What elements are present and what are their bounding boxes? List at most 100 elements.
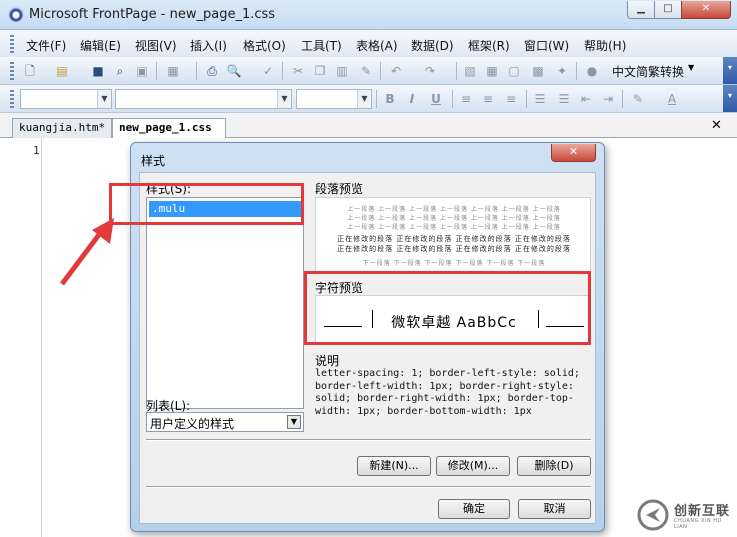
print-preview-icon[interactable]: 🔍 xyxy=(226,63,242,79)
annotation-arrow-icon xyxy=(60,218,114,286)
brand-logo-icon xyxy=(637,499,669,531)
maximize-button[interactable]: □ xyxy=(654,1,682,19)
chinese-conversion-button[interactable]: 中文简繁转换 xyxy=(612,63,684,80)
chevron-down-icon[interactable]: ▼ xyxy=(287,415,301,429)
menu-frames[interactable]: 框架(R) xyxy=(468,37,510,54)
menu-tools[interactable]: 工具(T) xyxy=(301,37,342,54)
description-label: 说明 xyxy=(315,354,340,368)
font-color-icon[interactable]: A xyxy=(664,91,680,107)
menu-help[interactable]: 帮助(H) xyxy=(584,37,626,54)
numbered-list-icon[interactable]: ☰ xyxy=(532,91,548,107)
frontpage-app-icon[interactable] xyxy=(8,7,24,23)
align-left-icon[interactable]: ≡ xyxy=(458,91,474,107)
minimize-button[interactable]: ▁ xyxy=(627,1,655,19)
document-tabs: kuangjia.htm* new_page_1.css ✕ xyxy=(0,113,737,139)
menu-format[interactable]: 格式(O) xyxy=(243,37,286,54)
decrease-indent-icon[interactable]: ⇤ xyxy=(578,91,594,107)
divider xyxy=(146,486,591,488)
menu-table[interactable]: 表格(A) xyxy=(356,37,398,54)
paragraph-next-text: 下一段落 下一段落 下一段落 下一段落 下一段落 下一段落 xyxy=(362,260,546,267)
paragraph-current-text: 正在修改的段落 正在修改的段落 正在修改的段落 正在修改的段落 xyxy=(337,245,571,253)
new-page-icon[interactable]: 🗋 xyxy=(22,63,38,79)
bold-icon[interactable]: B xyxy=(382,91,398,107)
paste-icon[interactable]: ▥ xyxy=(334,63,350,79)
divider xyxy=(146,439,591,441)
toolbar-grip-handle[interactable] xyxy=(10,90,14,108)
chevron-down-icon: ▼ xyxy=(97,90,111,108)
paragraph-current-text: 正在修改的段落 正在修改的段落 正在修改的段落 正在修改的段落 xyxy=(337,235,571,243)
drawing-icon[interactable]: ✦ xyxy=(554,63,570,79)
cut-icon[interactable]: ✂ xyxy=(290,63,306,79)
align-center-icon[interactable]: ≡ xyxy=(480,91,496,107)
menu-window[interactable]: 窗口(W) xyxy=(524,37,569,54)
italic-icon[interactable]: I xyxy=(404,91,420,107)
menu-edit[interactable]: 编辑(E) xyxy=(80,37,121,54)
toolbar-grip-handle[interactable] xyxy=(10,62,14,80)
increase-indent-icon[interactable]: ⇥ xyxy=(600,91,616,107)
description-text: letter-spacing: 1; border-left-style: so… xyxy=(315,368,580,417)
menubar-grip-handle[interactable] xyxy=(10,35,14,53)
modify-style-button[interactable]: 修改(M)... xyxy=(436,456,510,476)
window-title: Microsoft FrontPage - new_page_1.css xyxy=(29,7,276,22)
paragraph-prev-text: 上一段落 上一段落 上一段落 上一段落 上一段落 上一段落 上一段落 xyxy=(347,206,561,213)
watermark-brand: 创新互联 xyxy=(674,504,731,519)
menu-view[interactable]: 视图(V) xyxy=(135,37,177,54)
chevron-down-icon[interactable]: ▼ xyxy=(688,63,694,72)
insert-picture-icon[interactable]: ▩ xyxy=(530,63,546,79)
print-icon[interactable]: ⎙ xyxy=(204,63,220,79)
tab-kuangjia[interactable]: kuangjia.htm* xyxy=(12,118,112,138)
line-number: 1 xyxy=(33,144,40,157)
spelling-icon[interactable]: ✓ xyxy=(260,63,276,79)
toolbar-options-icon[interactable]: ▾ xyxy=(723,85,737,112)
watermark-sub: CHUANG XIN HU LIAN xyxy=(674,518,722,530)
chevron-down-icon: ▼ xyxy=(277,90,291,108)
menu-bar: 文件(F) 编辑(E) 视图(V) 插入(I) 格式(O) 工具(T) 表格(A… xyxy=(0,30,737,58)
highlight-icon[interactable]: ✎ xyxy=(630,91,646,107)
insert-layer-icon[interactable]: ▢ xyxy=(506,63,522,79)
list-type-select[interactable]: 用户定义的样式 ▼ xyxy=(146,412,304,432)
annotation-box-styles xyxy=(109,183,304,225)
save-icon[interactable]: ■ xyxy=(90,63,106,79)
title-bar: Microsoft FrontPage - new_page_1.css ▁ □… xyxy=(0,0,737,30)
toolbar-options-icon[interactable]: ▾ xyxy=(723,57,737,84)
formatting-toolbar: ▼ ▼ ▼ B I U ≡ ≡ ≡ ☰ ☰ ⇤ ⇥ ✎ A ▾ xyxy=(0,85,737,113)
standard-toolbar: 🗋 ▤ ■ ⌕ ▣ ▦ ⎙ 🔍 ✓ ✂ ❐ ▥ ✎ ↶ ↷ ▧ ▦ ▢ ▩ ✦ … xyxy=(0,57,737,85)
paragraph-prev-text: 上一段落 上一段落 上一段落 上一段落 上一段落 上一段落 上一段落 xyxy=(347,224,561,231)
underline-icon[interactable]: U xyxy=(428,91,444,107)
insert-component-icon[interactable]: ▧ xyxy=(462,63,478,79)
insert-table-icon[interactable]: ▦ xyxy=(484,63,500,79)
menu-data[interactable]: 数据(D) xyxy=(411,37,454,54)
hyperlink-icon[interactable]: ● xyxy=(584,63,600,79)
menu-file[interactable]: 文件(F) xyxy=(26,37,66,54)
close-window-button[interactable]: ✕ xyxy=(681,1,731,19)
copy-icon[interactable]: ❐ xyxy=(312,63,328,79)
font-size-combo[interactable]: ▼ xyxy=(296,89,372,109)
chevron-down-icon: ▼ xyxy=(357,90,371,108)
tab-new-page[interactable]: new_page_1.css xyxy=(112,118,226,139)
list-select-value: 用户定义的样式 xyxy=(150,417,235,431)
paragraph-preview: 上一段落 上一段落 上一段落 上一段落 上一段落 上一段落 上一段落 上一段落 … xyxy=(315,197,591,273)
menu-insert[interactable]: 插入(I) xyxy=(190,37,227,54)
watermark-logo: 创新互联 CHUANG XIN HU LIAN xyxy=(636,498,736,534)
cancel-button[interactable]: 取消 xyxy=(518,499,591,519)
font-combo[interactable]: ▼ xyxy=(115,89,292,109)
format-painter-icon[interactable]: ✎ xyxy=(358,63,374,79)
redo-icon[interactable]: ↷ xyxy=(422,63,438,79)
line-gutter: 1 xyxy=(0,138,42,537)
close-icon[interactable]: ✕ xyxy=(711,118,722,133)
publish-icon[interactable]: ▣ xyxy=(134,63,150,79)
style-combo[interactable]: ▼ xyxy=(20,89,112,109)
ok-button[interactable]: 确定 xyxy=(438,499,510,519)
bullet-list-icon[interactable]: ☰ xyxy=(556,91,572,107)
undo-icon[interactable]: ↶ xyxy=(388,63,404,79)
styles-listbox[interactable]: .mulu xyxy=(146,197,304,409)
align-right-icon[interactable]: ≡ xyxy=(503,91,519,107)
toggle-pane-icon[interactable]: ▦ xyxy=(165,63,181,79)
search-icon[interactable]: ⌕ xyxy=(112,63,128,79)
delete-style-button[interactable]: 删除(D) xyxy=(517,456,591,476)
dialog-close-button[interactable]: ✕ xyxy=(551,144,596,162)
new-style-button[interactable]: 新建(N)... xyxy=(357,456,431,476)
annotation-box-char-preview xyxy=(304,271,591,345)
open-folder-icon[interactable]: ▤ xyxy=(54,63,70,79)
paragraph-preview-label: 段落预览 xyxy=(315,182,364,196)
